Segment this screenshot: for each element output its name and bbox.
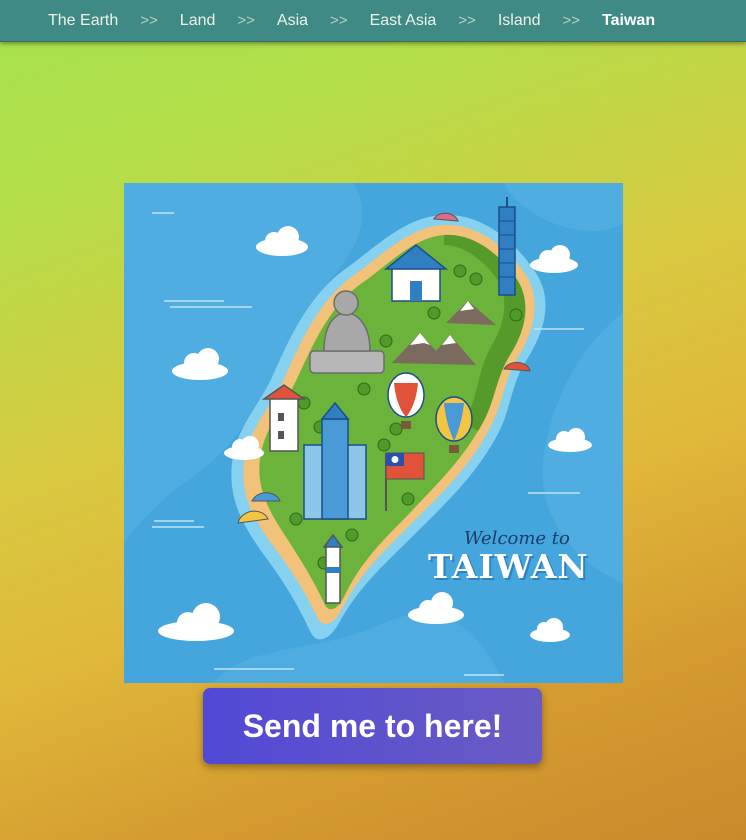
breadcrumb-separator: >>	[562, 12, 581, 29]
breadcrumb-item-the-earth[interactable]: The Earth	[48, 12, 118, 30]
breadcrumb-separator: >>	[330, 12, 348, 29]
map-title-text: TAIWAN	[428, 547, 589, 586]
breadcrumb-item-land[interactable]: Land	[180, 12, 216, 30]
breadcrumb-item-taiwan: Taiwan	[602, 11, 656, 29]
breadcrumb-separator: >>	[458, 12, 476, 29]
breadcrumb-separator: >>	[140, 12, 158, 29]
breadcrumb-separator: >>	[237, 12, 255, 29]
breadcrumb-item-asia[interactable]: Asia	[277, 12, 308, 30]
send-me-here-button[interactable]: Send me to here!	[203, 688, 542, 764]
map-welcome-text: Welcome to	[464, 528, 570, 549]
breadcrumb-item-east-asia[interactable]: East Asia	[370, 12, 437, 30]
taiwan-map-illustration-icon	[124, 183, 623, 683]
taiwan-map-image: Welcome to TAIWAN	[124, 183, 623, 683]
breadcrumb: The Earth >> Land >> Asia >> East Asia >…	[0, 0, 746, 42]
breadcrumb-item-island[interactable]: Island	[498, 12, 541, 30]
